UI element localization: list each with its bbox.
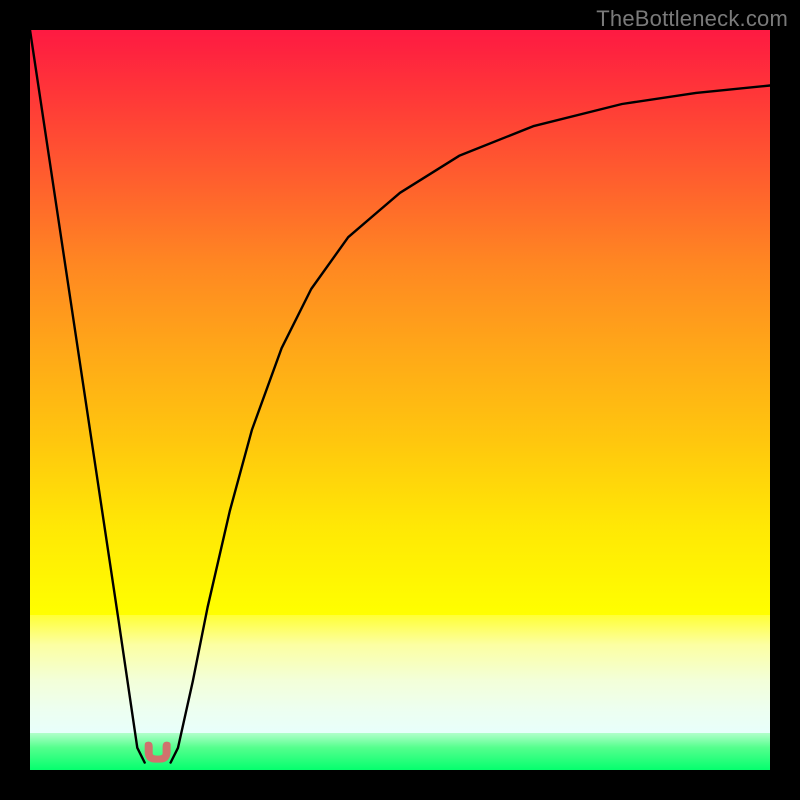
minimum-marker (145, 742, 171, 763)
curve-svg (30, 30, 770, 770)
plot-area (30, 30, 770, 770)
curve-right-branch (171, 86, 770, 763)
curve-group (30, 30, 770, 763)
chart-frame: TheBottleneck.com (0, 0, 800, 800)
curve-left-branch (30, 30, 145, 763)
attribution-label: TheBottleneck.com (596, 6, 788, 32)
